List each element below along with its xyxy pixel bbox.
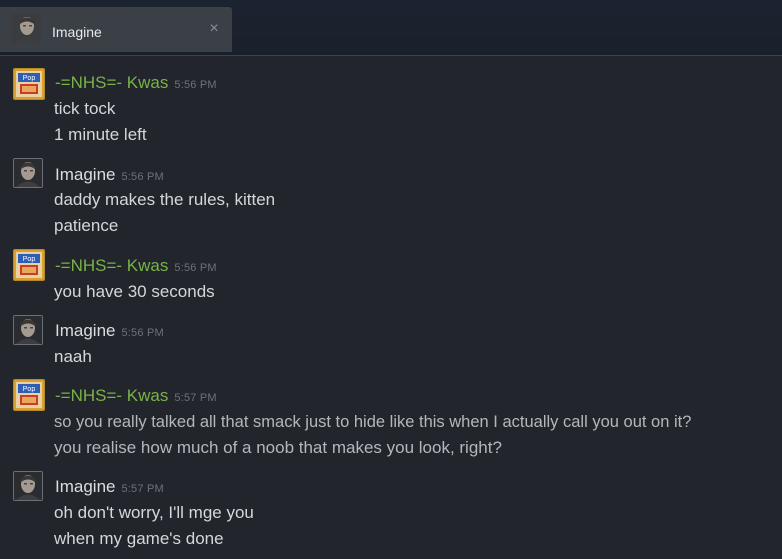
close-icon[interactable]: ×	[206, 21, 222, 37]
message-timestamp: 5:56 PM	[121, 327, 164, 339]
svg-text:Pop: Pop	[23, 256, 36, 263]
svg-text:Pop: Pop	[23, 386, 36, 393]
imagine-avatar-icon[interactable]	[13, 158, 43, 188]
message-header: Imagine 5:56 PM	[55, 321, 164, 343]
message-text: naah	[54, 347, 92, 366]
message-header: -=NHS=- Kwas 5:56 PM	[55, 256, 217, 278]
user-avatar-icon	[12, 14, 41, 43]
message-timestamp: 5:57 PM	[121, 483, 164, 495]
sender-name[interactable]: -=NHS=- Kwas	[55, 73, 168, 92]
sender-name[interactable]: -=NHS=- Kwas	[55, 386, 168, 405]
chat-tab-bar: Imagine ×	[0, 0, 782, 56]
kwas-avatar-icon[interactable]: Pop	[13, 379, 45, 411]
message-timestamp: 5:57 PM	[174, 392, 217, 404]
tab-title: Imagine	[52, 24, 102, 40]
message-text: tick tock	[54, 99, 116, 118]
message-text: you have 30 seconds	[54, 282, 215, 301]
message-header: Imagine 5:57 PM	[55, 477, 164, 499]
svg-text:Pop: Pop	[23, 75, 36, 82]
kwas-avatar-icon[interactable]: Pop	[13, 68, 45, 100]
imagine-avatar-icon[interactable]	[13, 471, 43, 501]
message-text: 1 minute left	[54, 125, 147, 144]
sender-name[interactable]: Imagine	[55, 321, 115, 340]
message-header: -=NHS=- Kwas 5:57 PM	[55, 386, 217, 408]
message-header: Imagine 5:56 PM	[55, 165, 164, 187]
sender-name[interactable]: -=NHS=- Kwas	[55, 256, 168, 275]
message-header: -=NHS=- Kwas 5:56 PM	[55, 73, 217, 95]
message-timestamp: 5:56 PM	[174, 79, 217, 91]
imagine-avatar-icon[interactable]	[13, 315, 43, 345]
chat-tab-imagine[interactable]: Imagine ×	[0, 7, 232, 52]
message-text: when my game's done	[54, 529, 224, 548]
sender-name[interactable]: Imagine	[55, 165, 115, 184]
message-text: so you really talked all that smack just…	[54, 413, 692, 431]
kwas-avatar-icon[interactable]: Pop	[13, 249, 45, 281]
sender-name[interactable]: Imagine	[55, 477, 115, 496]
message-text: oh don't worry, I'll mge you	[54, 503, 254, 522]
message-timestamp: 5:56 PM	[121, 171, 164, 183]
message-text: you realise how much of a noob that make…	[54, 438, 502, 457]
chat-log[interactable]: Pop -=NHS=- Kwas 5:56 PM tick tock 1 minu…	[0, 56, 782, 559]
message-timestamp: 5:56 PM	[174, 262, 217, 274]
message-text: patience	[54, 216, 119, 235]
message-text: daddy makes the rules, kitten	[54, 190, 276, 209]
